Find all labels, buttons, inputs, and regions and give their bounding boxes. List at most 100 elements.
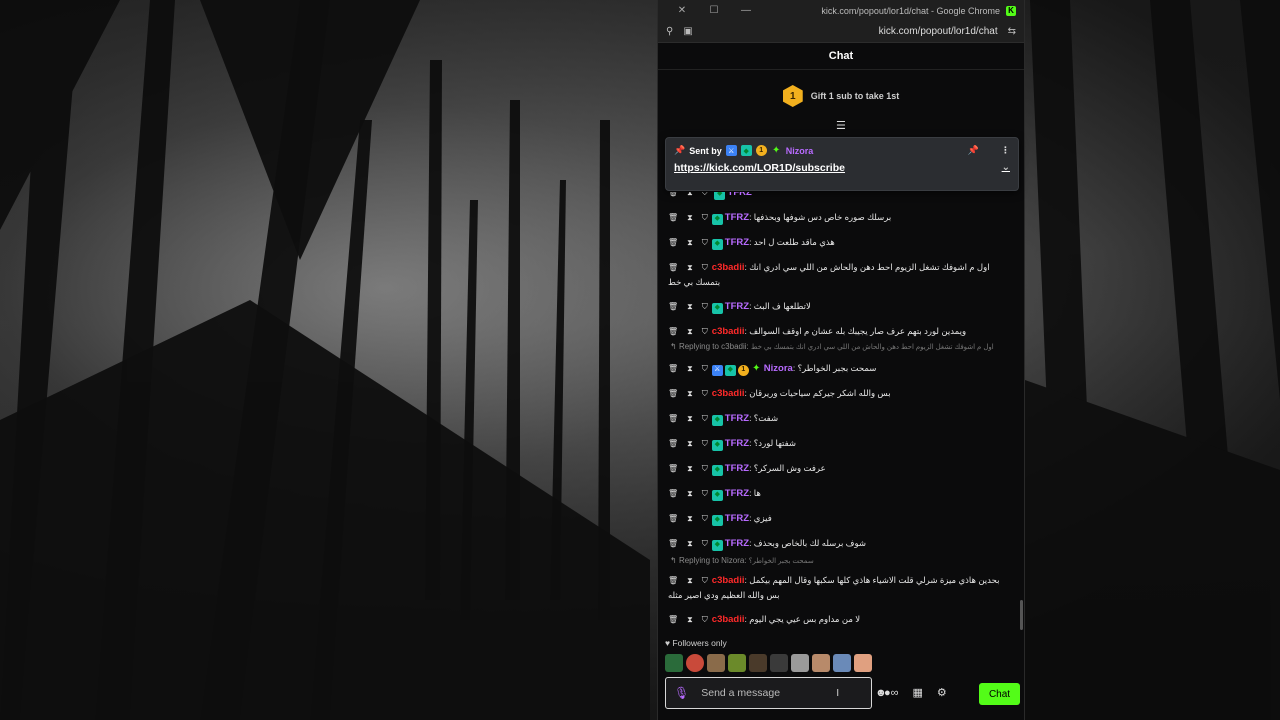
more-options-icon[interactable]: ⋮ bbox=[1001, 145, 1010, 156]
kick-points-icon[interactable]: ●∞ bbox=[884, 687, 899, 699]
maximize-window-icon[interactable]: ☐ bbox=[698, 5, 730, 16]
ban-icon[interactable]: ⛉ bbox=[702, 261, 708, 275]
zoom-icon[interactable]: ⚲ bbox=[666, 26, 673, 37]
pinned-link[interactable]: https://kick.com/LOR1D/subscribe bbox=[674, 162, 845, 174]
timeout-icon[interactable]: ⧗ bbox=[687, 236, 693, 250]
ban-icon[interactable]: ⛉ bbox=[702, 362, 708, 376]
message-user[interactable]: TFRZ bbox=[725, 538, 749, 549]
avatar[interactable] bbox=[833, 654, 851, 672]
timeout-icon[interactable]: ⧗ bbox=[687, 387, 693, 401]
message-user[interactable]: TFRZ bbox=[725, 513, 749, 524]
delete-icon[interactable]: 🗑 bbox=[668, 211, 678, 225]
message-user[interactable]: TFRZ bbox=[725, 212, 749, 223]
message-list[interactable]: 🗑 ⧗ ⛉ ◆ TFRZ 🗑 ⧗ ⛉ ◆ TFRZ: برسلك صوره خاص دس ش… bbox=[658, 192, 1024, 630]
store-icon[interactable]: ▦ bbox=[913, 686, 923, 699]
reply-context[interactable]: ↰ Replying to c3badii: اول م اشوفك تشغل … bbox=[670, 342, 994, 351]
timeout-icon[interactable]: ⧗ bbox=[687, 211, 693, 225]
ban-icon[interactable]: ⛉ bbox=[702, 437, 708, 451]
ban-icon[interactable]: ⛉ bbox=[702, 412, 708, 426]
delete-icon[interactable]: 🗑 bbox=[668, 487, 678, 501]
delete-icon[interactable]: 🗑 bbox=[668, 192, 678, 200]
chevron-down-icon[interactable]: ⌄ bbox=[1002, 162, 1010, 174]
message-input[interactable] bbox=[701, 687, 837, 699]
timeout-icon[interactable]: ⧗ bbox=[687, 325, 693, 339]
message-user[interactable]: c3badii bbox=[712, 388, 745, 399]
gift-leaderboard[interactable]: 1 Gift 1 sub to take 1st bbox=[658, 70, 1024, 122]
site-settings-icon[interactable]: ⇆ bbox=[1008, 26, 1016, 37]
scrollbar[interactable] bbox=[1020, 600, 1023, 630]
gear-icon[interactable]: ⚙ bbox=[937, 686, 947, 699]
microphone-icon[interactable]: 🎙 bbox=[674, 686, 689, 700]
message-text: عرفت وش السركر؟ bbox=[753, 463, 826, 473]
timeout-icon[interactable]: ⧗ bbox=[687, 613, 693, 627]
message-user[interactable]: TFRZ bbox=[725, 301, 749, 312]
message-user[interactable]: c3badii bbox=[712, 575, 745, 586]
timeout-icon[interactable]: ⧗ bbox=[687, 512, 693, 526]
timeout-icon[interactable]: ⧗ bbox=[687, 537, 693, 551]
ban-icon[interactable]: ⛉ bbox=[702, 462, 708, 476]
timeout-icon[interactable]: ⧗ bbox=[687, 487, 693, 501]
timeout-icon[interactable]: ⧗ bbox=[687, 412, 693, 426]
ban-icon[interactable]: ⛉ bbox=[702, 574, 708, 588]
pinned-user[interactable]: Nizora bbox=[786, 146, 814, 156]
timeout-icon[interactable]: ⧗ bbox=[687, 462, 693, 476]
minimize-window-icon[interactable]: — bbox=[730, 5, 762, 16]
reply-context[interactable]: ↰ Replying to Nizora: سمحت بجبر الخواطر؟ bbox=[670, 556, 814, 565]
message-user[interactable]: c3badii bbox=[712, 614, 745, 625]
message-user[interactable]: TFRZ bbox=[728, 192, 752, 198]
ban-icon[interactable]: ⛉ bbox=[702, 325, 708, 339]
delete-icon[interactable]: 🗑 bbox=[668, 300, 678, 314]
delete-icon[interactable]: 🗑 bbox=[668, 537, 678, 551]
delete-icon[interactable]: 🗑 bbox=[668, 325, 678, 339]
ban-icon[interactable]: ⛉ bbox=[702, 387, 708, 401]
delete-icon[interactable]: 🗑 bbox=[668, 437, 678, 451]
message-user[interactable]: c3badii bbox=[712, 262, 745, 273]
message-user[interactable]: Nizora bbox=[764, 363, 793, 374]
avatar[interactable] bbox=[665, 654, 683, 672]
timeout-icon[interactable]: ⧗ bbox=[687, 300, 693, 314]
ban-icon[interactable]: ⛉ bbox=[702, 236, 708, 250]
address-url[interactable]: kick.com/popout/lor1d/chat bbox=[879, 26, 998, 37]
timeout-icon[interactable]: ⧗ bbox=[687, 437, 693, 451]
collapse-icon[interactable]: ☰ bbox=[836, 119, 846, 132]
message-user[interactable]: TFRZ bbox=[725, 463, 749, 474]
ban-icon[interactable]: ⛉ bbox=[702, 512, 708, 526]
message-user[interactable]: TFRZ bbox=[725, 438, 749, 449]
delete-icon[interactable]: 🗑 bbox=[668, 462, 678, 476]
timeout-icon[interactable]: ⧗ bbox=[687, 574, 693, 588]
avatar[interactable] bbox=[749, 654, 767, 672]
avatar[interactable] bbox=[791, 654, 809, 672]
ban-icon[interactable]: ⛉ bbox=[702, 192, 708, 200]
avatar[interactable] bbox=[686, 654, 704, 672]
message-composer[interactable]: 🎙 I ☻ bbox=[665, 677, 887, 709]
avatar[interactable] bbox=[707, 654, 725, 672]
timeout-icon[interactable]: ⧗ bbox=[687, 192, 693, 200]
delete-icon[interactable]: 🗑 bbox=[668, 387, 678, 401]
timeout-icon[interactable]: ⧗ bbox=[687, 261, 693, 275]
ban-icon[interactable]: ⛉ bbox=[702, 300, 708, 314]
close-window-icon[interactable]: ✕ bbox=[666, 5, 698, 16]
message-user[interactable]: TFRZ bbox=[725, 413, 749, 424]
chat-send-button[interactable]: Chat bbox=[979, 683, 1020, 705]
timeout-icon[interactable]: ⧗ bbox=[687, 362, 693, 376]
delete-icon[interactable]: 🗑 bbox=[668, 512, 678, 526]
message-user[interactable]: TFRZ bbox=[725, 488, 749, 499]
delete-icon[interactable]: 🗑 bbox=[668, 261, 678, 275]
ban-icon[interactable]: ⛉ bbox=[702, 487, 708, 501]
delete-icon[interactable]: 🗑 bbox=[668, 362, 678, 376]
delete-icon[interactable]: 🗑 bbox=[668, 412, 678, 426]
delete-icon[interactable]: 🗑 bbox=[668, 574, 678, 588]
delete-icon[interactable]: 🗑 bbox=[668, 236, 678, 250]
avatar[interactable] bbox=[728, 654, 746, 672]
avatar[interactable] bbox=[770, 654, 788, 672]
ban-icon[interactable]: ⛉ bbox=[702, 613, 708, 627]
message-user[interactable]: c3badii bbox=[712, 326, 745, 337]
delete-icon[interactable]: 🗑 bbox=[668, 613, 678, 627]
ban-icon[interactable]: ⛉ bbox=[702, 537, 708, 551]
message-user[interactable]: TFRZ bbox=[725, 237, 749, 248]
avatar[interactable] bbox=[854, 654, 872, 672]
translate-icon[interactable]: ▣ bbox=[683, 26, 692, 37]
ban-icon[interactable]: ⛉ bbox=[702, 211, 708, 225]
avatar[interactable] bbox=[812, 654, 830, 672]
unpin-icon[interactable]: 📌 bbox=[968, 145, 979, 156]
